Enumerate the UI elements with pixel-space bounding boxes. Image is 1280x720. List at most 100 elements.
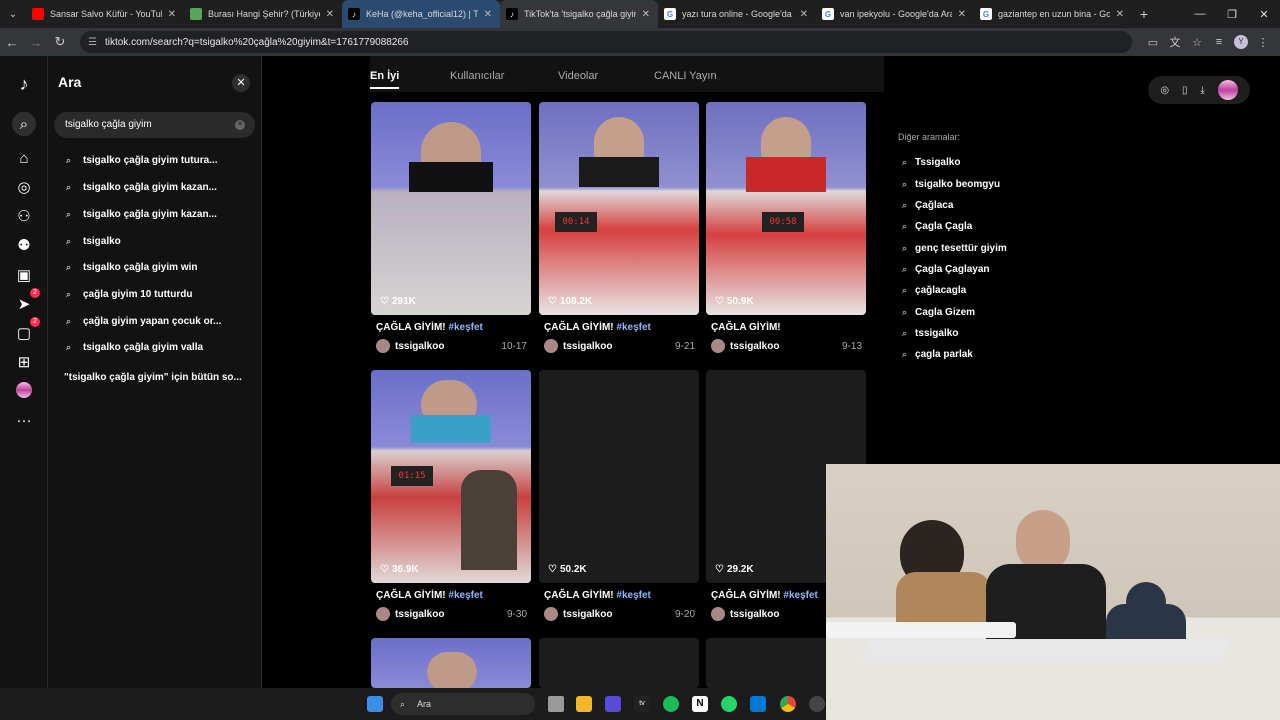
tab-videos[interactable]: Videolar bbox=[558, 70, 598, 82]
user-avatar[interactable] bbox=[376, 339, 390, 353]
related-search-item[interactable]: ⌕ Çagla Çaglayan bbox=[902, 264, 990, 275]
video-caption[interactable]: ÇAĞLA GİYİM! #keşfet bbox=[376, 322, 531, 333]
tab-live[interactable]: CANLI Yayın bbox=[654, 70, 717, 82]
browser-tab[interactable]: Gvan ipekyolu - Google'da Ara ✕ bbox=[816, 0, 974, 28]
hashtag[interactable]: #keşfet bbox=[448, 322, 482, 333]
chrome-icon[interactable] bbox=[780, 696, 796, 712]
related-search-item[interactable]: ⌕ Cagla Gizem bbox=[902, 307, 975, 318]
spotify-icon[interactable] bbox=[663, 696, 679, 712]
user-avatar[interactable] bbox=[711, 339, 725, 353]
video-caption[interactable]: ÇAĞLA GİYİM! #keşfet bbox=[376, 590, 531, 601]
related-search-item[interactable]: ⌕ Çağlaca bbox=[902, 200, 953, 211]
username[interactable]: tssigalkoo bbox=[730, 341, 779, 352]
suggestion-item[interactable]: ⌕ tsigalko bbox=[66, 236, 121, 247]
coins-icon[interactable]: ◎ bbox=[1160, 85, 1169, 96]
user-avatar[interactable] bbox=[376, 607, 390, 621]
username[interactable]: tssigalkoo bbox=[563, 341, 612, 352]
browser-tab[interactable]: Burası Hangi Şehir? (Türkiye) - ✕ bbox=[184, 0, 342, 28]
user-avatar[interactable] bbox=[711, 607, 725, 621]
restore-icon[interactable]: ❐ bbox=[1216, 0, 1248, 28]
suggestion-item[interactable]: ⌕ tsigalko çağla giyim kazan... bbox=[66, 182, 217, 193]
new-tab-icon[interactable]: + bbox=[1132, 6, 1156, 22]
suggestion-item[interactable]: ⌕ tsigalko çağla giyim win bbox=[66, 262, 197, 273]
bookmark-star-icon[interactable]: ☆ bbox=[1186, 36, 1208, 49]
device-icon[interactable]: ▯ bbox=[1182, 85, 1188, 96]
tab-top[interactable]: En İyi bbox=[370, 70, 400, 89]
home-icon[interactable]: ⌂ bbox=[12, 146, 36, 170]
download-icon[interactable]: ⤓ bbox=[1200, 85, 1204, 96]
username[interactable]: tssigalkoo bbox=[395, 341, 444, 352]
following-icon[interactable]: ⚇ bbox=[12, 204, 36, 228]
all-results-link[interactable]: "tsigalko çağla giyim" için bütün so... bbox=[64, 372, 242, 383]
related-search-item[interactable]: ⌕ Çagla Çagla bbox=[902, 221, 972, 232]
close-tab-icon[interactable]: ✕ bbox=[484, 9, 492, 20]
hashtag[interactable]: #keşfet bbox=[783, 590, 817, 601]
clear-input-icon[interactable]: ✕ bbox=[235, 120, 245, 130]
profile-avatar[interactable] bbox=[1217, 80, 1238, 100]
close-tab-icon[interactable]: ✕ bbox=[168, 9, 176, 20]
suggestion-item[interactable]: ⌕ tsigalko çağla giyim tutura... bbox=[66, 155, 217, 166]
forward-icon[interactable]: → bbox=[24, 35, 48, 50]
browser-tab-active[interactable]: ♪ TikTok'ta 'tsigalko çağla giyim' ✕ bbox=[500, 0, 658, 28]
hashtag[interactable]: #keşfet bbox=[616, 322, 650, 333]
video-caption[interactable]: ÇAĞLA GİYİM! bbox=[711, 322, 866, 333]
related-search-item[interactable]: ⌕ genç tesettür giyim bbox=[902, 243, 1007, 254]
translate-icon[interactable]: 文 bbox=[1164, 34, 1186, 50]
video-caption[interactable]: ÇAĞLA GİYİM! #keşfet bbox=[544, 590, 699, 601]
video-thumbnail[interactable]: ♡ 291K bbox=[371, 102, 531, 315]
windows-start-icon[interactable] bbox=[367, 696, 383, 712]
video-thumbnail[interactable]: 01:15 ♡ 36.9K bbox=[371, 370, 531, 583]
video-thumbnail[interactable]: 00:58 ♡ 50.9K bbox=[706, 102, 866, 315]
close-window-icon[interactable]: ✕ bbox=[1248, 0, 1280, 28]
close-search-icon[interactable]: ✕ bbox=[232, 74, 250, 92]
user-avatar[interactable] bbox=[544, 607, 558, 621]
video-card[interactable]: 00:14 ♡ 108.2K ÇAĞLA GİYİM! #keşfet tssig… bbox=[539, 102, 699, 353]
video-thumbnail[interactable]: 00:14 ♡ 108.2K bbox=[539, 102, 699, 315]
more-dots-icon[interactable]: ··· bbox=[12, 408, 36, 432]
close-tab-icon[interactable]: ✕ bbox=[642, 9, 650, 20]
video-thumbnail[interactable]: ♡ 50.2K bbox=[539, 370, 699, 583]
explore-compass-icon[interactable]: ◎ bbox=[12, 175, 36, 199]
video-card[interactable]: ♡ 291K ÇAĞLA GİYİM! #keşfet tssigalkoo 10-… bbox=[371, 102, 531, 353]
media-controls-icon[interactable]: ≡ bbox=[1208, 36, 1230, 48]
minimize-icon[interactable]: — bbox=[1184, 0, 1216, 28]
chatgpt-icon[interactable] bbox=[809, 696, 825, 712]
close-tab-icon[interactable]: ✕ bbox=[1116, 9, 1124, 20]
related-search-item[interactable]: ⌕ tssigalko bbox=[902, 328, 958, 339]
app-icon[interactable] bbox=[605, 696, 621, 712]
back-icon[interactable]: ← bbox=[0, 35, 24, 50]
whatsapp-icon[interactable] bbox=[721, 696, 737, 712]
username[interactable]: tssigalkoo bbox=[395, 609, 444, 620]
tiktok-logo-icon[interactable]: ♪ bbox=[12, 72, 36, 96]
video-card[interactable]: 00:58 ♡ 50.9K ÇAĞLA GİYİM! tssigalkoo 9-13 bbox=[706, 102, 866, 353]
profile-avatar[interactable]: Y bbox=[1234, 35, 1248, 49]
menu-kebab-icon[interactable]: ⋮ bbox=[1252, 36, 1274, 49]
user-avatar[interactable] bbox=[544, 339, 558, 353]
browser-tab[interactable]: Ggaziantep en uzun bina - Goog ✕ bbox=[974, 0, 1132, 28]
related-search-item[interactable]: ⌕ çağlacagla bbox=[902, 285, 966, 296]
close-tab-icon[interactable]: ✕ bbox=[958, 9, 966, 20]
browser-tab[interactable]: Sansar Salvo Küfür - YouTube ✕ bbox=[26, 0, 184, 28]
video-card[interactable]: ♡ 50.2K ÇAĞLA GİYİM! #keşfet tssigalkoo 9-… bbox=[539, 370, 699, 621]
browser-tab[interactable]: ♪ KeHa (@keha_official12) | Ti ✕ bbox=[342, 0, 500, 28]
close-tab-icon[interactable]: ✕ bbox=[800, 9, 808, 20]
vscode-icon[interactable] bbox=[750, 696, 766, 712]
friends-icon[interactable]: ⚉ bbox=[12, 233, 36, 257]
tab-search-icon[interactable]: ⌄ bbox=[0, 0, 26, 28]
messages-send-icon[interactable]: ➤ 2 bbox=[12, 288, 40, 316]
cast-icon[interactable]: ▭ bbox=[1142, 36, 1164, 49]
hashtag[interactable]: #keşfet bbox=[448, 590, 482, 601]
username[interactable]: tssigalkoo bbox=[730, 609, 779, 620]
suggestion-item[interactable]: ⌕ çağla giyim yapan çocuk or... bbox=[66, 316, 221, 327]
tab-users[interactable]: Kullanıcılar bbox=[450, 70, 504, 82]
task-view-icon[interactable] bbox=[548, 696, 564, 712]
upload-plus-icon[interactable]: ⊞ bbox=[12, 350, 36, 374]
related-search-item[interactable]: ⌕ Tssigalko bbox=[902, 157, 960, 168]
taskbar-search[interactable]: ⌕ Ara bbox=[391, 693, 535, 715]
apple-tv-icon[interactable]: tv bbox=[634, 696, 650, 712]
video-thumbnail[interactable] bbox=[371, 638, 531, 688]
search-input[interactable]: tsigalko çağla giyim ✕ bbox=[54, 112, 255, 138]
browser-tab[interactable]: Gyazı tura online - Google'da Ara ✕ bbox=[658, 0, 816, 28]
video-thumbnail[interactable] bbox=[539, 638, 699, 688]
inbox-icon[interactable]: ▢ 2 bbox=[12, 317, 40, 345]
